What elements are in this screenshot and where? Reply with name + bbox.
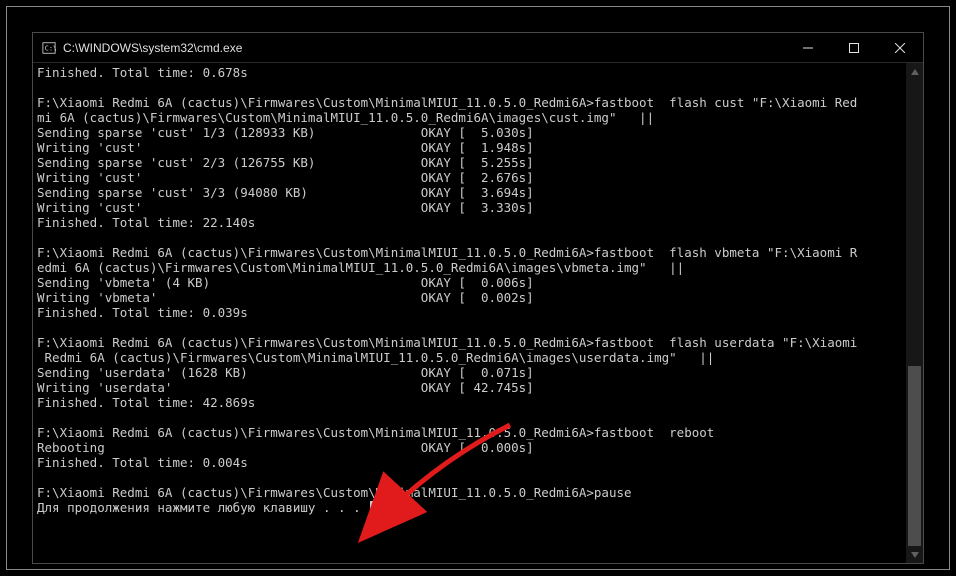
close-button[interactable]	[877, 33, 923, 62]
minimize-button[interactable]	[785, 33, 831, 62]
svg-text:C:\: C:\	[45, 44, 56, 52]
scroll-down-icon[interactable]	[906, 546, 923, 563]
maximize-button[interactable]	[831, 33, 877, 62]
scrollbar-track[interactable]	[906, 80, 923, 546]
cmd-window: C:\ C:\WINDOWS\system32\cmd.exe Finished…	[32, 32, 924, 564]
scrollbar-thumb[interactable]	[908, 366, 921, 546]
text-cursor	[370, 501, 378, 515]
window-title: C:\WINDOWS\system32\cmd.exe	[63, 41, 785, 55]
terminal-output[interactable]: Finished. Total time: 0.678s F:\Xiaomi R…	[33, 63, 906, 563]
cmd-icon: C:\	[41, 40, 57, 56]
vertical-scrollbar[interactable]	[906, 63, 923, 563]
titlebar[interactable]: C:\ C:\WINDOWS\system32\cmd.exe	[33, 33, 923, 63]
terminal-area: Finished. Total time: 0.678s F:\Xiaomi R…	[33, 63, 923, 563]
scroll-up-icon[interactable]	[906, 63, 923, 80]
window-controls	[785, 33, 923, 62]
